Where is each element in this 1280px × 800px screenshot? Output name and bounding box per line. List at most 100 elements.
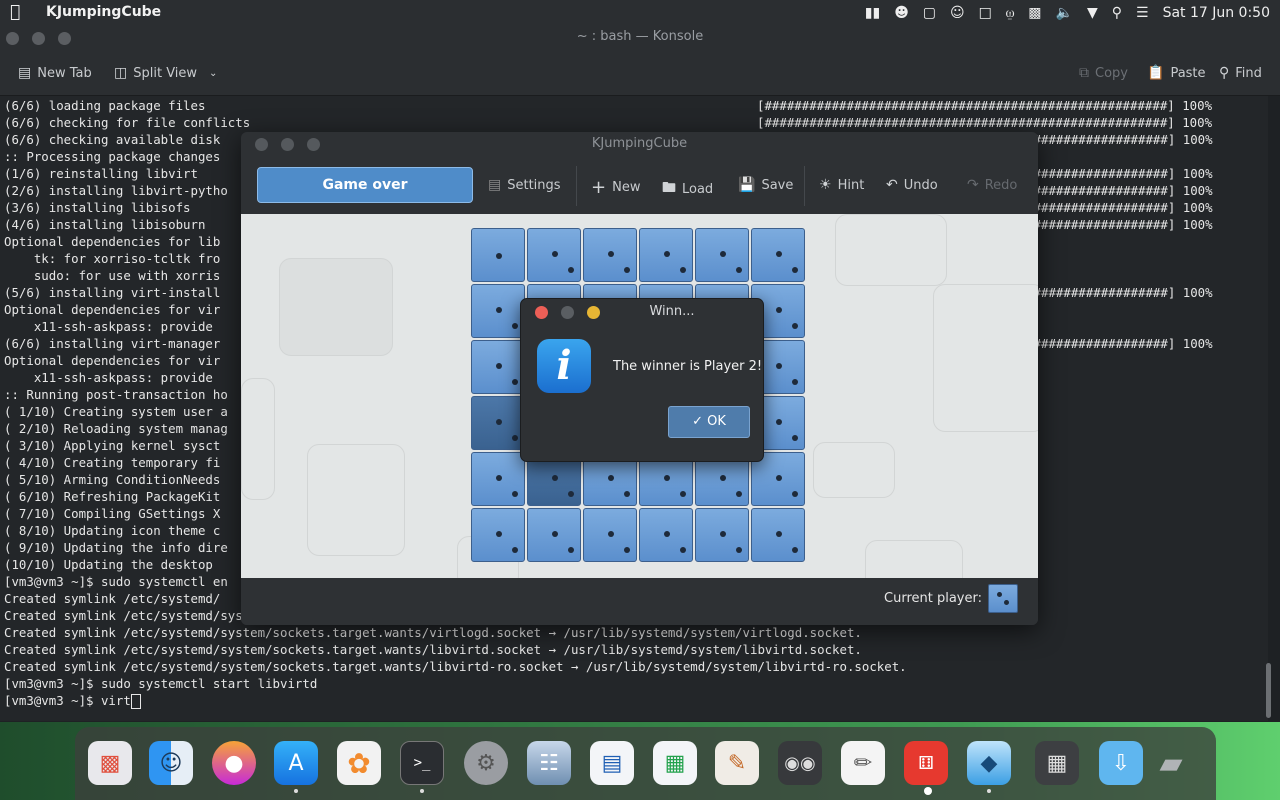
terminal-line: ( 5/10) Arming ConditionNeeds	[4, 472, 221, 487]
cube-pip	[496, 419, 502, 425]
terminal-line: ( 9/10) Updating the info dire	[4, 540, 228, 555]
search-icon[interactable]: ⚲	[1112, 5, 1122, 21]
cube-cell[interactable]	[583, 228, 637, 282]
status-bar: Current player:	[241, 579, 1038, 625]
undo-button[interactable]: ↶ Undo	[886, 177, 938, 193]
new-tab-button[interactable]: ▤ New Tab	[18, 65, 92, 81]
launchpad-icon[interactable]: ▩	[88, 741, 132, 785]
progress-line: [#######################################…	[757, 98, 1213, 113]
document-writer-icon[interactable]: ▤	[590, 741, 634, 785]
cube-cell[interactable]	[471, 284, 525, 338]
trash-icon[interactable]: ▰	[1149, 741, 1193, 785]
new-tab-label: New Tab	[37, 65, 92, 81]
accounts-icon[interactable]: ☺	[950, 5, 965, 21]
notifications-muted-icon[interactable]: ⍹	[1006, 5, 1014, 21]
cube-pip	[664, 531, 670, 537]
find-button[interactable]: ⚲ Find	[1219, 65, 1262, 81]
window-title: ~ : bash — Konsole	[576, 29, 704, 44]
terminal-line: x11-ssh-askpass: provide	[4, 319, 221, 334]
finder-icon[interactable]: ☺	[149, 741, 193, 785]
konsole-toolbar: ▤ New Tab ◫ Split View ⌄ ⧉ Copy 📋 Paste …	[0, 51, 1280, 96]
cube-cell[interactable]	[527, 228, 581, 282]
cube-pip	[608, 475, 614, 481]
cube-cell[interactable]	[695, 508, 749, 562]
cube-cell[interactable]	[471, 340, 525, 394]
cube-pip	[776, 475, 782, 481]
user-icon[interactable]: ☻	[894, 5, 909, 21]
cube-cell[interactable]	[695, 228, 749, 282]
settings-button[interactable]: ▤ Settings	[488, 177, 561, 193]
kjc-titlebar: KJumpingCube	[241, 132, 1038, 156]
terminal-scrollbar[interactable]	[1266, 663, 1271, 718]
downloads-icon[interactable]: ⇩	[1099, 741, 1143, 785]
save-icon: 💾	[738, 177, 756, 193]
active-app-name[interactable]: KJumpingCube	[46, 4, 161, 20]
cube-cell[interactable]	[583, 508, 637, 562]
volume-icon[interactable]: 🔈	[1056, 5, 1073, 21]
paste-icon: 📋	[1147, 65, 1165, 81]
load-label: Load	[682, 181, 714, 197]
terminal-icon[interactable]: >_	[400, 741, 444, 785]
terminal-line: :: Running post-transaction ho	[4, 387, 228, 402]
cube-pip	[792, 547, 798, 553]
ok-button[interactable]: ✓ OK	[668, 406, 750, 438]
terminal-line: Created symlink /etc/systemd/system/sock…	[4, 642, 862, 657]
menu-bar:  KJumpingCube ▮▮ ☻ ▢ ☺ □ ⍹ ▩ 🔈 ▼ ⚲ ☰ Sa…	[0, 0, 1280, 25]
system-preferences-icon[interactable]: ⚙	[464, 741, 508, 785]
dice-game-icon[interactable]: ⚅	[904, 741, 948, 785]
kjumpingcube-icon[interactable]: ◆	[967, 741, 1011, 785]
split-view-button[interactable]: ◫ Split View ⌄	[114, 65, 217, 81]
photos-icon[interactable]: ✿	[337, 741, 381, 785]
text-editor-icon[interactable]: ✏	[841, 741, 885, 785]
cube-pip	[552, 531, 558, 537]
cube-cell[interactable]	[639, 508, 693, 562]
cube-cell[interactable]	[527, 508, 581, 562]
paint-icon[interactable]: ✎	[715, 741, 759, 785]
firefox-icon[interactable]: ●	[212, 741, 256, 785]
control-center-icon[interactable]: ☰	[1136, 5, 1149, 21]
cube-pip	[512, 435, 518, 441]
copy-button[interactable]: ⧉ Copy	[1079, 65, 1128, 81]
clipboard-icon[interactable]: □	[979, 5, 992, 21]
image-viewer-icon[interactable]: ☷	[527, 741, 571, 785]
display-icon[interactable]: ▩	[1028, 5, 1041, 21]
terminal-line: [vm3@vm3 ~]$ sudo systemctl start libvir…	[4, 676, 318, 691]
settings-icon: ▤	[488, 177, 502, 193]
cube-pip	[792, 491, 798, 497]
save-button[interactable]: 💾 Save	[738, 177, 793, 193]
paste-button[interactable]: 📋 Paste	[1147, 65, 1206, 81]
cube-cell[interactable]	[471, 508, 525, 562]
chevron-down-icon[interactable]: ▼	[1087, 5, 1098, 21]
kjc-title: KJumpingCube	[591, 136, 688, 151]
checkmark-icon: ✓	[692, 414, 703, 429]
app-store-icon[interactable]: A	[274, 741, 318, 785]
game-status-button[interactable]: Game over	[257, 167, 473, 203]
calculator-icon[interactable]: ▦	[1035, 741, 1079, 785]
cube-cell[interactable]	[471, 396, 525, 450]
redo-button[interactable]: ↷ Redo	[967, 177, 1017, 193]
load-button[interactable]: 🖿 Load	[662, 177, 713, 201]
cube-pip	[496, 363, 502, 369]
cube-pip	[608, 251, 614, 257]
folder-icon: 🖿	[662, 180, 676, 196]
apple-icon[interactable]: 	[10, 2, 20, 22]
cube-pip	[568, 491, 574, 497]
cube-pip	[512, 323, 518, 329]
cube-cell[interactable]	[471, 228, 525, 282]
clock[interactable]: Sat 17 Jun 0:50	[1163, 5, 1270, 21]
chevron-down-icon[interactable]: ⌄	[209, 68, 217, 79]
cube-cell[interactable]	[751, 508, 805, 562]
cube-cell[interactable]	[471, 452, 525, 506]
cube-cell[interactable]	[639, 228, 693, 282]
cube-pip	[664, 251, 670, 257]
cube-pip	[720, 475, 726, 481]
battery-icon[interactable]: ▮▮	[865, 5, 880, 21]
terminal-icon[interactable]: ▢	[923, 5, 936, 21]
spreadsheet-icon[interactable]: ▦	[653, 741, 697, 785]
media-player-icon[interactable]: ◉◉	[778, 741, 822, 785]
new-game-button[interactable]: + New	[591, 177, 640, 198]
hint-button[interactable]: ☀ Hint	[819, 177, 864, 193]
terminal-line: [vm3@vm3 ~]$ virt	[4, 692, 141, 709]
konsole-titlebar: ~ : bash — Konsole	[0, 25, 1280, 51]
cube-cell[interactable]	[751, 228, 805, 282]
